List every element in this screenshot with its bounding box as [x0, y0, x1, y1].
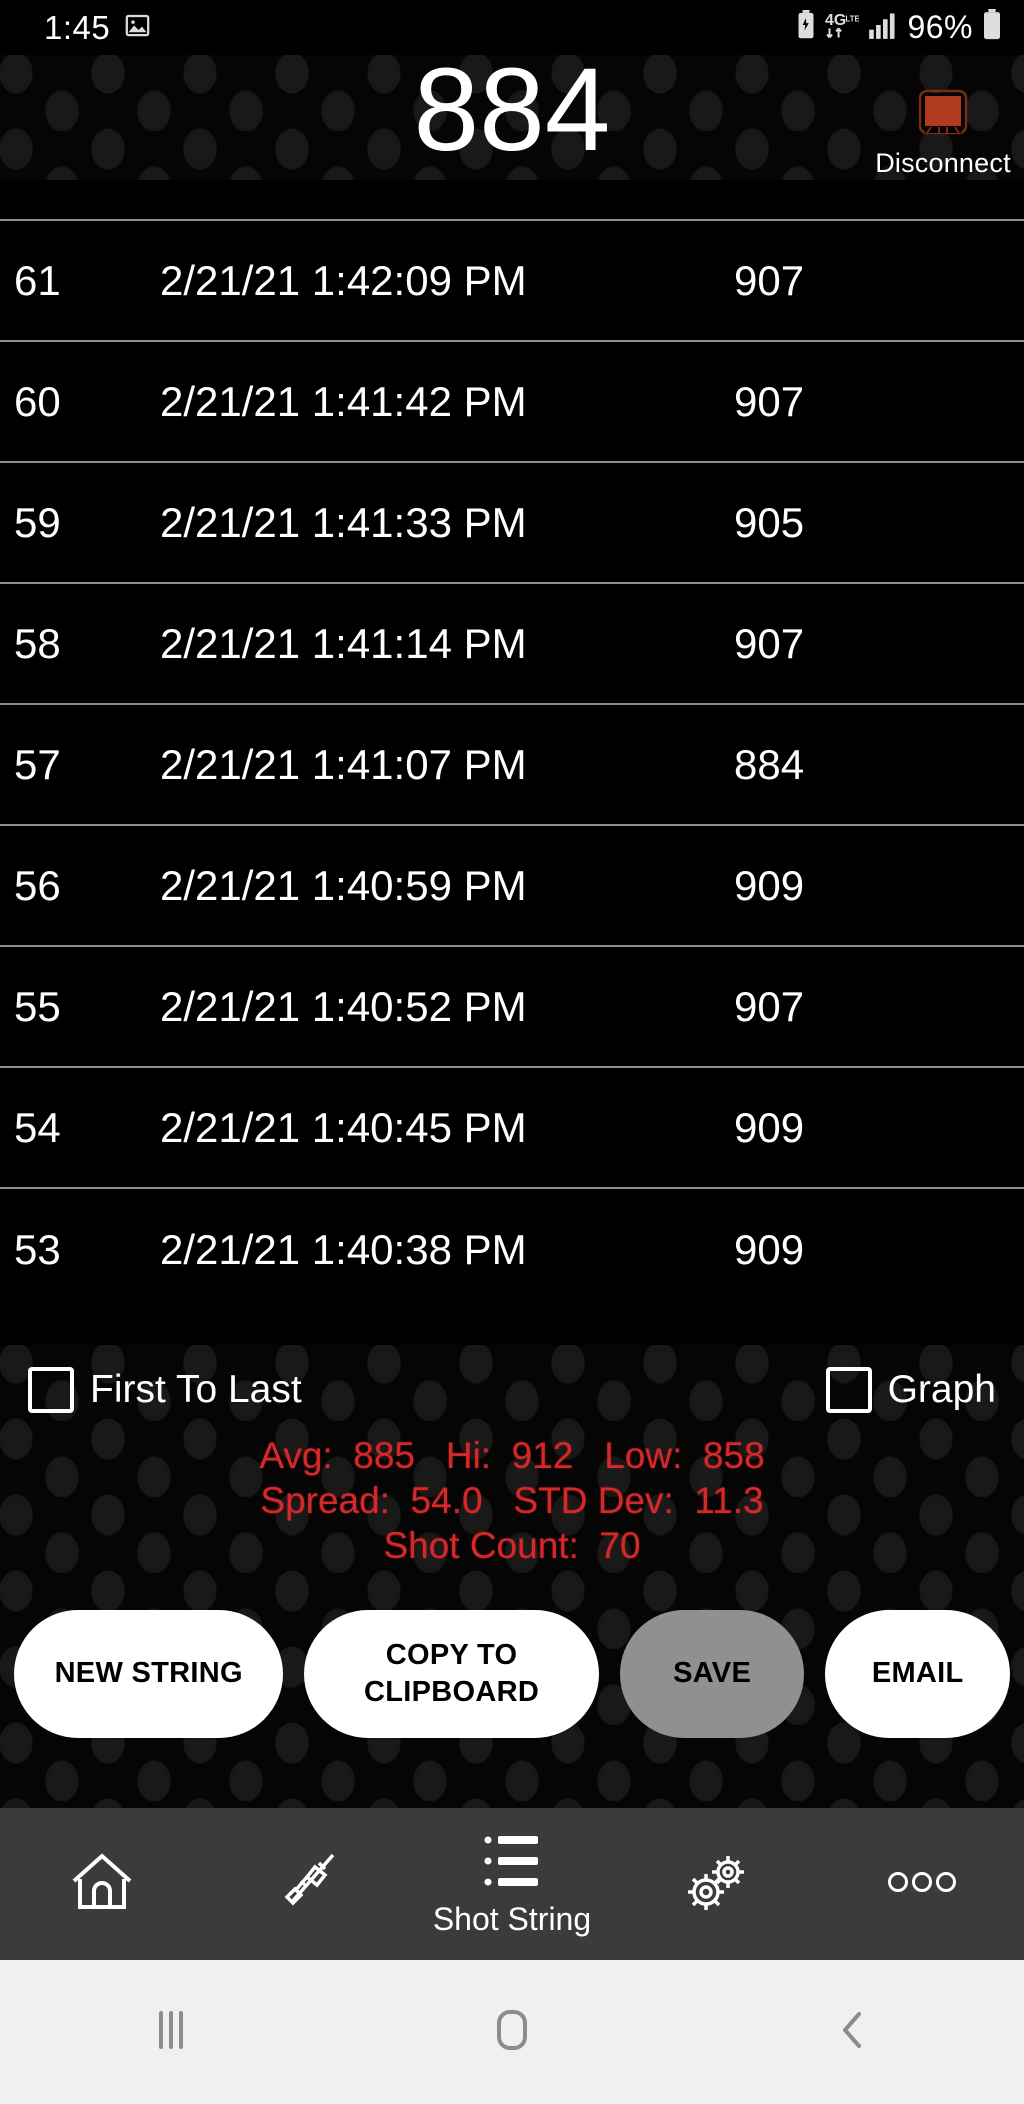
checkbox-box[interactable] — [825, 1367, 872, 1413]
row-velocity: 884 — [734, 740, 805, 788]
row-timestamp: 2/21/21 1:41:07 PM — [160, 740, 527, 788]
list-icon — [476, 1830, 548, 1897]
row-velocity: 907 — [734, 982, 805, 1030]
tab-shot-string-label: Shot String — [432, 1901, 592, 1937]
options-row-container: First To Last Graph Avg: 885 Hi: 912 Low… — [0, 1345, 1024, 1568]
row-timestamp: 2/21/21 1:40:59 PM — [160, 861, 527, 909]
more-dots-icon — [884, 1867, 960, 1902]
row-velocity: 905 — [734, 498, 805, 546]
android-nav-bar — [0, 1960, 1024, 2104]
row-index: 53 — [14, 1225, 61, 1273]
app-header: 884 Disconnect — [0, 55, 1024, 180]
stats-line-averages: Avg: 885 Hi: 912 Low: 858 — [259, 1435, 765, 1476]
row-timestamp: 2/21/21 1:42:09 PM — [160, 256, 527, 304]
row-velocity: 909 — [734, 1103, 805, 1151]
tab-rifle[interactable] — [205, 1808, 410, 1960]
new-string-button[interactable]: NEW STRING — [14, 1610, 284, 1738]
row-timestamp: 2/21/21 1:42:19 PM — [160, 180, 734, 184]
gallery-icon — [124, 12, 151, 44]
tab-shot-string[interactable]: Shot String — [410, 1808, 615, 1960]
row-index: 56 — [14, 861, 61, 909]
table-row[interactable]: 53 2/21/21 1:40:38 PM 909 — [0, 1189, 1024, 1310]
table-row[interactable]: 56 2/21/21 1:40:59 PM 909 — [0, 826, 1024, 947]
phone-screen: 1:45 4G LTE 96% 884 Disconnect 61 2/21/2… — [0, 0, 1024, 2104]
table-row[interactable]: 60 2/21/21 1:41:42 PM 907 — [0, 342, 1024, 463]
battery-percent: 96% — [907, 9, 973, 45]
tab-settings[interactable] — [614, 1808, 819, 1960]
save-button[interactable]: SAVE — [619, 1610, 805, 1738]
row-timestamp: 2/21/21 1:41:14 PM — [160, 619, 527, 667]
table-row[interactable]: 62 2/21/21 1:42:19 PM 909 — [0, 180, 1024, 221]
statistics-block: Avg: 885 Hi: 912 Low: 858 Spread: 54.0 S… — [28, 1433, 996, 1568]
recents-button[interactable] — [71, 2003, 271, 2062]
table-row[interactable]: 61 2/21/21 1:42:09 PM 907 — [0, 221, 1024, 342]
first-to-last-checkbox[interactable]: First To Last — [28, 1367, 302, 1413]
copy-button-label: COPY TO CLIPBOARD — [364, 1637, 539, 1711]
shot-string-table[interactable]: 62 2/21/21 1:42:19 PM 909 61 2/21/21 1:4… — [0, 180, 1024, 1345]
row-velocity: 907 — [734, 256, 805, 304]
copy-label-line1: COPY TO — [385, 1638, 518, 1671]
chronograph-device-icon — [868, 81, 1018, 146]
row-timestamp: 2/21/21 1:41:42 PM — [160, 377, 527, 425]
email-button[interactable]: EMAIL — [825, 1610, 1010, 1738]
table-row[interactable]: 57 2/21/21 1:41:07 PM 884 — [0, 705, 1024, 826]
home-button[interactable] — [412, 2002, 612, 2063]
row-timestamp: 2/21/21 1:40:45 PM — [160, 1103, 527, 1151]
stats-line-shotcount: Shot Count: 70 — [383, 1525, 641, 1567]
status-bar-right: 4G LTE 96% — [796, 9, 1002, 46]
copy-label-line2: CLIPBOARD — [364, 1676, 540, 1708]
row-velocity: 907 — [734, 377, 805, 425]
svg-text:LTE: LTE — [846, 15, 860, 24]
gears-icon — [678, 1846, 756, 1923]
tab-home[interactable] — [0, 1808, 205, 1960]
row-timestamp: 2/21/21 1:41:33 PM — [160, 498, 527, 546]
row-index: 55 — [14, 982, 61, 1030]
network-4g-icon: 4G LTE — [825, 10, 860, 45]
signal-bars-icon — [868, 10, 898, 45]
graph-label: Graph — [887, 1368, 996, 1411]
first-to-last-label: First To Last — [90, 1368, 302, 1411]
checkbox-box[interactable] — [28, 1367, 74, 1413]
row-index: 60 — [14, 377, 61, 425]
table-row[interactable]: 55 2/21/21 1:40:52 PM 907 — [0, 947, 1024, 1068]
table-row[interactable]: 59 2/21/21 1:41:33 PM 905 — [0, 463, 1024, 584]
row-timestamp: 2/21/21 1:40:38 PM — [160, 1225, 527, 1273]
battery-icon — [982, 9, 1002, 46]
home-icon — [66, 1847, 138, 1922]
row-index: 57 — [14, 740, 61, 788]
options-row: First To Last Graph — [28, 1367, 996, 1413]
svg-text:4G: 4G — [825, 12, 846, 29]
status-bar-left: 1:45 — [44, 9, 151, 47]
rifle-icon — [271, 1847, 343, 1922]
row-index: 61 — [14, 256, 61, 304]
stats-line-spread: Spread: 54.0 STD Dev: 11.3 — [260, 1480, 764, 1522]
copy-to-clipboard-button[interactable]: COPY TO CLIPBOARD — [304, 1610, 599, 1738]
disconnect-button[interactable]: Disconnect — [868, 81, 1018, 179]
graph-checkbox[interactable]: Graph — [825, 1367, 996, 1413]
back-chevron-icon — [829, 2002, 877, 2063]
tab-more[interactable] — [819, 1808, 1024, 1960]
action-buttons-row: NEW STRING COPY TO CLIPBOARD SAVE EMAIL — [0, 1610, 1024, 1738]
table-row[interactable]: 58 2/21/21 1:41:14 PM 907 — [0, 584, 1024, 705]
row-index: 59 — [14, 498, 61, 546]
row-timestamp: 2/21/21 1:40:52 PM — [160, 982, 527, 1030]
disconnect-label: Disconnect — [875, 148, 1011, 178]
battery-saver-icon — [796, 10, 816, 45]
recents-icon — [147, 2003, 195, 2062]
row-velocity: 907 — [734, 619, 805, 667]
status-clock: 1:45 — [44, 8, 111, 46]
row-index: 54 — [14, 1103, 61, 1151]
row-index: 58 — [14, 619, 61, 667]
row-velocity: 909 — [734, 1225, 805, 1273]
status-bar: 1:45 4G LTE 96% — [0, 0, 1024, 55]
bottom-tab-bar: Shot String — [0, 1808, 1024, 1960]
home-square-icon — [485, 2002, 539, 2063]
row-velocity: 909 — [734, 861, 805, 909]
row-index: 62 — [0, 180, 160, 184]
table-row[interactable]: 54 2/21/21 1:40:45 PM 909 — [0, 1068, 1024, 1189]
back-button[interactable] — [753, 2002, 953, 2063]
row-velocity: 909 — [734, 180, 1024, 184]
